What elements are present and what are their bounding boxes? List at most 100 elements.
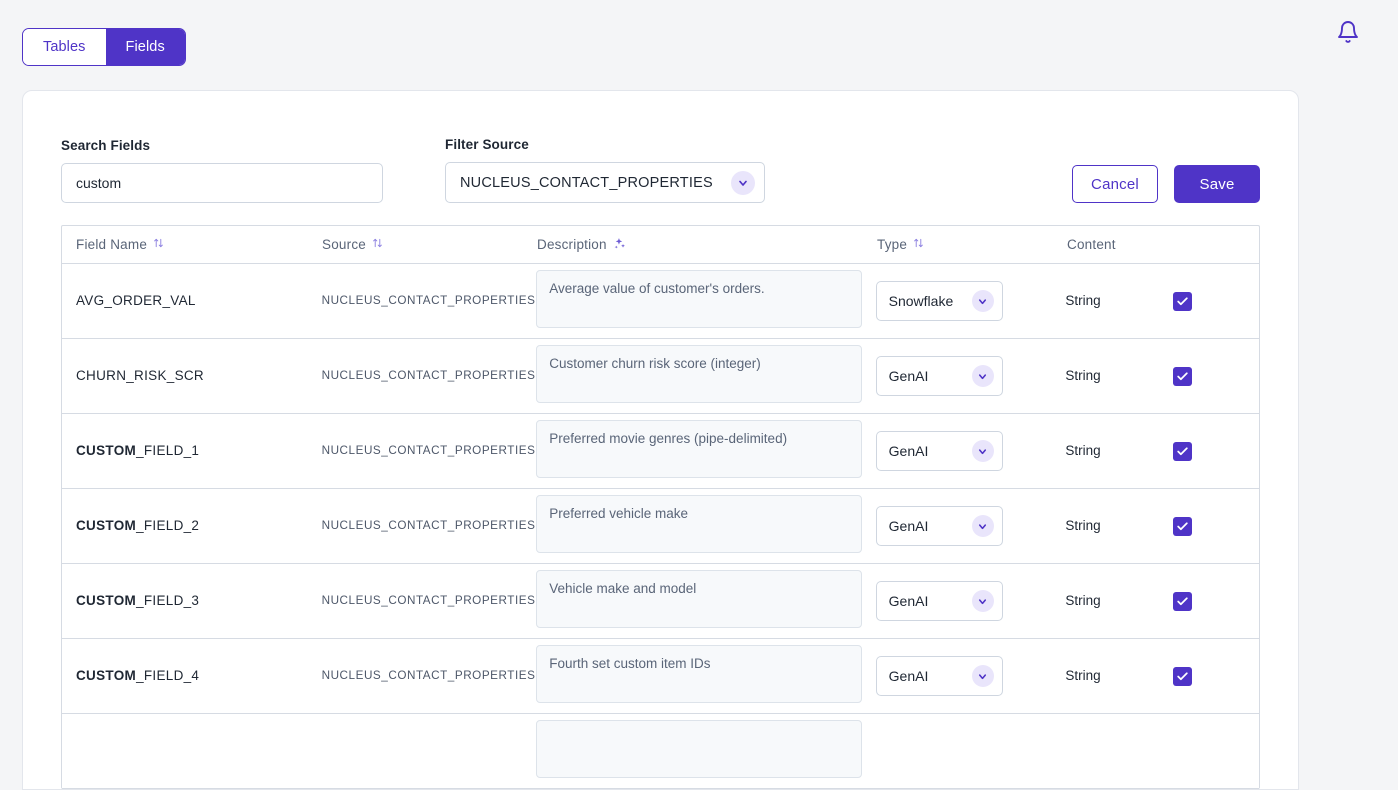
sort-icon[interactable] (372, 237, 383, 252)
source-text: NUCLEUS_CONTACT_PROPERTIES (321, 594, 536, 607)
search-fields-block: Search Fields (61, 138, 383, 203)
field-name-text: AVG_ORDER_VAL (76, 293, 196, 308)
field-type-text: String (1065, 293, 1101, 308)
cell-content (1165, 291, 1259, 311)
cell-source: NUCLEUS_CONTACT_PROPERTIES (322, 291, 537, 311)
chevron-down-icon[interactable] (971, 365, 994, 387)
type-select[interactable]: GenAI (875, 656, 1003, 696)
cell-field-name: AVG_ORDER_VAL (62, 292, 322, 310)
chevron-down-icon[interactable] (971, 290, 994, 312)
table-row (62, 714, 1259, 789)
content-checkbox[interactable] (1173, 591, 1193, 611)
content-checkbox[interactable] (1173, 441, 1193, 461)
tab-tables[interactable]: Tables (23, 29, 106, 65)
cancel-button[interactable]: Cancel (1072, 165, 1158, 203)
sparkles-icon[interactable] (613, 237, 626, 253)
field-name-text: CUSTOM_FIELD_2 (76, 518, 200, 533)
description-input[interactable]: Customer churn risk score (integer) (536, 344, 863, 403)
tab-fields[interactable]: Fields (105, 29, 185, 65)
source-text: NUCLEUS_CONTACT_PROPERTIES (321, 294, 536, 307)
content-checkbox[interactable] (1173, 666, 1193, 686)
type-select[interactable]: GenAI (875, 431, 1003, 471)
cell-source: NUCLEUS_CONTACT_PROPERTIES (322, 441, 537, 461)
chevron-down-icon[interactable] (731, 170, 755, 195)
cell-field-name: CUSTOM_FIELD_2 (62, 517, 322, 535)
table-row: CUSTOM_FIELD_4 NUCLEUS_CONTACT_PROPERTIES… (62, 639, 1259, 714)
controls-row: Search Fields Filter Source NUCLEUS_CONT… (61, 123, 1260, 203)
cell-type: GenAI (875, 656, 1066, 696)
sort-icon[interactable] (913, 237, 924, 252)
cell-field-type: String (1065, 442, 1165, 460)
cell-content (1165, 441, 1259, 461)
field-name-text: CUSTOM_FIELD_1 (76, 443, 200, 458)
bell-icon[interactable] (1336, 20, 1360, 44)
field-type-text: String (1065, 443, 1101, 458)
cell-content (1165, 366, 1259, 386)
filter-source-block: Filter Source NUCLEUS_CONTACT_PROPERTIES (445, 137, 765, 203)
source-text: NUCLEUS_CONTACT_PROPERTIES (321, 369, 536, 382)
cell-type: Snowflake (875, 281, 1066, 321)
source-text: NUCLEUS_CONTACT_PROPERTIES (321, 519, 536, 532)
filter-source-value[interactable]: NUCLEUS_CONTACT_PROPERTIES (445, 162, 765, 203)
cell-type: GenAI (875, 431, 1066, 471)
search-input[interactable] (61, 163, 383, 203)
chevron-down-icon[interactable] (971, 590, 994, 612)
field-type-text: String (1065, 518, 1101, 533)
description-input[interactable]: Average value of customer's orders. (536, 269, 863, 328)
description-input[interactable]: Preferred movie genres (pipe-delimited) (536, 419, 863, 478)
description-input[interactable]: Preferred vehicle make (536, 494, 863, 553)
cell-description: Preferred vehicle make (536, 494, 875, 558)
content-checkbox[interactable] (1173, 366, 1193, 386)
column-header-description-label: Description (537, 237, 607, 252)
description-input[interactable]: Vehicle make and model (536, 569, 863, 628)
cell-field-type: String (1065, 667, 1165, 685)
column-header-field-name-label: Field Name (76, 237, 148, 252)
cell-description: Customer churn risk score (integer) (536, 344, 875, 408)
column-header-source[interactable]: Source (322, 237, 537, 252)
column-header-field-name[interactable]: Field Name (62, 237, 322, 252)
table-row: CUSTOM_FIELD_3 NUCLEUS_CONTACT_PROPERTIES… (62, 564, 1259, 639)
table-header-row: Field Name Source Description Type Conte… (62, 226, 1259, 264)
cell-field-name: CUSTOM_FIELD_1 (62, 442, 322, 460)
field-name-text: CHURN_RISK_SCR (76, 368, 204, 383)
cell-content (1165, 666, 1259, 686)
column-header-type[interactable]: Type (877, 237, 1067, 252)
cell-description: Average value of customer's orders. (536, 269, 875, 333)
cell-field-type: String (1065, 292, 1165, 310)
column-header-content: Content (1067, 237, 1116, 252)
description-input[interactable] (536, 719, 863, 778)
cell-description: Fourth set custom item IDs (536, 644, 875, 708)
filter-source-select[interactable]: NUCLEUS_CONTACT_PROPERTIES (445, 162, 765, 203)
type-select[interactable]: GenAI (875, 581, 1003, 621)
table-row: AVG_ORDER_VAL NUCLEUS_CONTACT_PROPERTIES A… (62, 264, 1259, 339)
cell-description: Vehicle make and model (536, 569, 875, 633)
source-text: NUCLEUS_CONTACT_PROPERTIES (321, 669, 536, 682)
cell-source: NUCLEUS_CONTACT_PROPERTIES (322, 516, 537, 536)
cell-field-type: String (1065, 592, 1165, 610)
filter-source-label: Filter Source (445, 137, 529, 152)
content-checkbox[interactable] (1173, 516, 1193, 536)
content-checkbox[interactable] (1173, 291, 1193, 311)
chevron-down-icon[interactable] (971, 515, 994, 537)
field-type-text: String (1065, 368, 1101, 383)
type-select[interactable]: GenAI (875, 506, 1003, 546)
description-input[interactable]: Fourth set custom item IDs (536, 644, 863, 703)
type-select[interactable]: Snowflake (875, 281, 1003, 321)
save-button[interactable]: Save (1174, 165, 1260, 203)
cell-source: NUCLEUS_CONTACT_PROPERTIES (322, 366, 537, 386)
type-select-value: GenAI (888, 668, 929, 684)
cell-description (536, 719, 875, 783)
field-type-text: String (1065, 593, 1101, 608)
chevron-down-icon[interactable] (971, 440, 994, 462)
action-buttons: Cancel Save (1072, 165, 1260, 203)
cell-field-name: CUSTOM_FIELD_3 (62, 592, 322, 610)
chevron-down-icon[interactable] (971, 665, 994, 687)
cell-field-type: String (1065, 367, 1165, 385)
field-name-text: CUSTOM_FIELD_3 (76, 593, 200, 608)
table-body: AVG_ORDER_VAL NUCLEUS_CONTACT_PROPERTIES A… (62, 264, 1259, 789)
cell-source: NUCLEUS_CONTACT_PROPERTIES (322, 591, 537, 611)
sort-icon[interactable] (153, 237, 164, 252)
field-name-text: CUSTOM_FIELD_4 (76, 668, 200, 683)
type-select[interactable]: GenAI (875, 356, 1003, 396)
cell-field-type: String (1065, 517, 1165, 535)
